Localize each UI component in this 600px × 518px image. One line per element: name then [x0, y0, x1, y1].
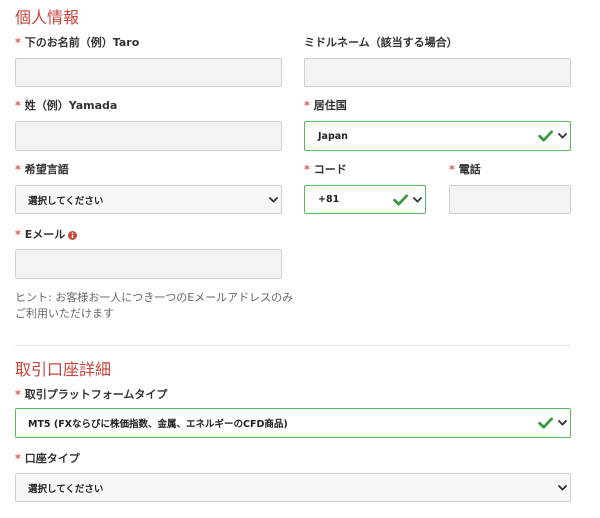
account-type-label: * 口座タイプ — [15, 452, 80, 466]
account-type-select-value: 選択してください — [28, 483, 104, 495]
email-label-text: Eメール — [24, 228, 66, 241]
email-input[interactable] — [15, 249, 282, 279]
chevron-down-icon — [269, 196, 278, 203]
middle-name-label: ミドルネーム（該当する場合） — [304, 36, 458, 50]
first-name-label: * 下のお名前（例）Taro — [15, 36, 139, 50]
platform-select[interactable]: MT5 (FXならびに株価指数、金属、エネルギーのCFD商品) — [15, 408, 571, 438]
country-select[interactable]: Japan — [304, 121, 571, 151]
language-select-value: 選択してください — [28, 195, 104, 207]
country-select-value: Japan — [318, 130, 348, 142]
required-asterisk: * — [15, 388, 21, 401]
required-asterisk: * — [15, 228, 21, 241]
info-icon[interactable] — [68, 230, 78, 240]
check-icon — [393, 193, 408, 206]
registration-form: 個人情報 * 下のお名前（例）Taro ミドルネーム（該当する場合） * 姓（例… — [0, 0, 600, 518]
chevron-down-icon — [558, 484, 567, 491]
first-name-input[interactable] — [15, 58, 282, 87]
required-asterisk: * — [304, 99, 310, 112]
country-code-select[interactable]: +81 — [304, 185, 426, 214]
middle-name-label-text: ミドルネーム（該当する場合） — [304, 36, 458, 49]
language-label: * 希望言語 — [15, 163, 69, 177]
check-icon — [538, 417, 553, 429]
language-label-text: 希望言語 — [24, 163, 69, 176]
account-type-select[interactable]: 選択してください — [15, 473, 571, 502]
language-select[interactable]: 選択してください — [15, 185, 282, 214]
account-type-label-text: 口座タイプ — [24, 452, 80, 465]
platform-label: * 取引プラットフォームタイプ — [15, 388, 167, 402]
phone-label-text: 電話 — [458, 163, 481, 176]
country-label-text: 居住国 — [313, 99, 347, 112]
phone-label: * 電話 — [449, 163, 481, 177]
phone-input[interactable] — [449, 185, 571, 214]
email-label: * Eメール — [15, 228, 78, 242]
required-asterisk: * — [15, 452, 21, 465]
required-asterisk: * — [304, 163, 310, 176]
country-code-select-value: +81 — [318, 194, 340, 205]
chevron-down-icon — [413, 196, 422, 203]
last-name-label: * 姓（例）Yamada — [15, 99, 117, 113]
first-name-label-text: 下のお名前（例）Taro — [24, 36, 140, 49]
section-heading-trading-account: 取引口座詳細 — [15, 360, 112, 379]
required-asterisk: * — [15, 99, 21, 112]
code-label-text: コード — [313, 163, 347, 176]
email-hint-line: ヒント: お客様お一人につき一つのEメールアドレスのみ — [15, 291, 294, 304]
required-asterisk: * — [15, 36, 21, 49]
required-asterisk: * — [449, 163, 455, 176]
section-divider — [15, 345, 571, 346]
last-name-input[interactable] — [15, 121, 282, 151]
section-heading-personal-info: 個人情報 — [15, 8, 80, 27]
chevron-down-icon — [558, 133, 567, 139]
email-hint: ヒント: お客様お一人につき一つのEメールアドレスのみ ご利用いただけます — [15, 290, 293, 322]
platform-select-value: MT5 (FXならびに株価指数、金属、エネルギーのCFD商品) — [28, 419, 288, 430]
country-label: * 居住国 — [304, 99, 347, 113]
platform-label-text: 取引プラットフォームタイプ — [24, 388, 168, 401]
middle-name-input[interactable] — [304, 58, 571, 87]
email-hint-line: ご利用いただけます — [15, 307, 114, 320]
code-label: * コード — [304, 163, 347, 177]
required-asterisk: * — [15, 163, 21, 176]
last-name-label-text: 姓（例）Yamada — [24, 99, 118, 112]
chevron-down-icon — [558, 420, 567, 426]
check-icon — [538, 130, 553, 142]
